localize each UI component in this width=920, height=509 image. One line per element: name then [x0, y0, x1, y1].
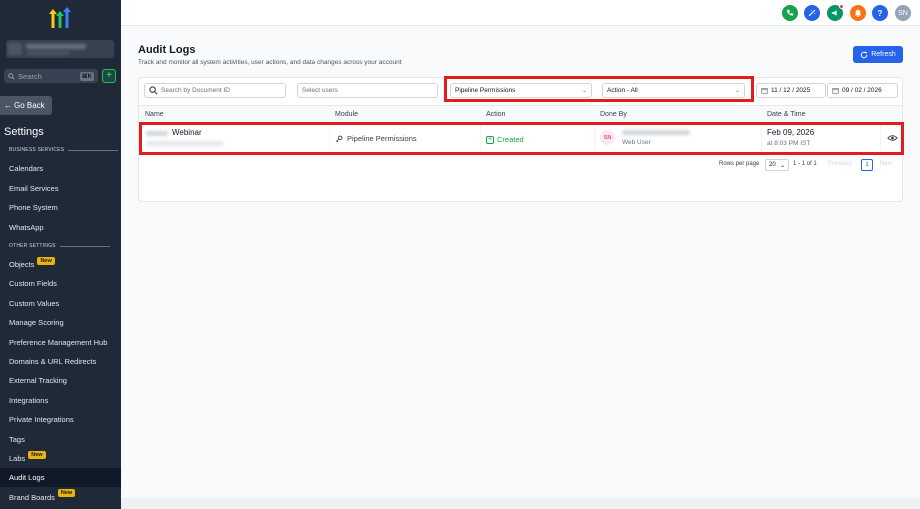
sidebar-search[interactable]: Search ⌘K	[4, 69, 98, 83]
sidebar-item-custom-fields[interactable]: Custom Fields	[0, 274, 121, 293]
audit-log-panel: Search by Document ID Select users Pipel…	[138, 76, 904, 202]
sidebar-item-label: Calendars	[9, 164, 44, 173]
header-action: Action	[486, 111, 506, 118]
refresh-button[interactable]: Refresh	[853, 46, 903, 63]
app-logo-icon[interactable]	[46, 6, 74, 30]
sidebar-item-label: Email Services	[9, 183, 59, 193]
sidebar-item-label: Private Integrations	[9, 415, 74, 425]
section-other-settings: OTHER SETTINGS	[9, 243, 110, 249]
sidebar-item-private-integrations[interactable]: Private Integrations	[0, 410, 121, 429]
sidebar-item-labs[interactable]: Labs New	[0, 449, 121, 468]
sidebar-item-label: Objects	[9, 260, 35, 269]
notification-dot	[839, 4, 844, 9]
filters-highlight	[444, 76, 754, 102]
next-page-button[interactable]: Next	[880, 161, 892, 167]
footer-band	[121, 498, 920, 509]
rows-per-page-select[interactable]: 20 ⌄	[765, 159, 789, 171]
users-select[interactable]: Select users	[297, 83, 438, 98]
arrow-left-icon: ←	[4, 101, 12, 110]
sidebar-item-label: Preference Management Hub	[9, 337, 108, 347]
date-to-input[interactable]: 09 / 02 / 2026	[827, 83, 898, 98]
sidebar-search-placeholder: Search	[18, 71, 42, 81]
sidebar-item-label: Integrations	[9, 395, 49, 405]
new-badge: New	[57, 489, 76, 498]
date-from-value: 11 / 12 / 2025	[771, 87, 811, 94]
sidebar-item-integrations[interactable]: Integrations	[0, 391, 121, 410]
page-title: Audit Logs	[138, 44, 196, 56]
row-highlight	[139, 122, 904, 155]
sidebar-item-brand-boards[interactable]: Brand Boards New	[0, 488, 121, 507]
sidebar-item-label: Tags	[9, 434, 25, 444]
help-icon[interactable]: ?	[872, 5, 888, 21]
magic-wand-icon[interactable]	[804, 5, 820, 21]
sidebar-item-audit-logs[interactable]: Audit Logs	[0, 468, 121, 488]
sidebar-item-label: External Tracking	[9, 376, 67, 386]
sidebar-item-label: Custom Fields	[9, 279, 57, 289]
account-switcher[interactable]	[6, 40, 114, 58]
sidebar: Search ⌘K + ← Go Back Settings BUSINESS …	[0, 0, 121, 509]
calendar-icon	[761, 88, 768, 94]
sidebar-item-label: Labs	[9, 454, 26, 463]
sidebar-item-manage-scoring[interactable]: Manage Scoring	[0, 313, 121, 332]
rows-per-page-label: Rows per page	[719, 161, 760, 167]
table-header: Name Module Action Done By Date & Time	[139, 105, 902, 123]
search-icon	[8, 72, 15, 80]
main-content: Audit Logs Track and monitor all system …	[121, 26, 920, 509]
user-avatar[interactable]: SN	[895, 5, 911, 21]
date-to-value: 09 / 02 / 2026	[842, 87, 882, 94]
header-module: Module	[335, 111, 358, 118]
sidebar-item-custom-values[interactable]: Custom Values	[0, 294, 121, 313]
sidebar-item-domains-url-redirects[interactable]: Domains & URL Redirects	[0, 352, 121, 371]
bell-icon[interactable]	[850, 5, 866, 21]
new-badge: New	[37, 256, 55, 265]
header-done-by: Done By	[600, 111, 627, 118]
sidebar-item-phone-system[interactable]: Phone System	[0, 198, 121, 217]
sidebar-item-tags[interactable]: Tags	[0, 430, 121, 449]
refresh-label: Refresh	[871, 51, 896, 58]
new-badge: New	[28, 450, 46, 459]
go-back-button[interactable]: ← Go Back	[0, 96, 52, 115]
chevron-down-icon: ⌄	[779, 162, 785, 169]
sidebar-item-label: WhatsApp	[9, 222, 44, 232]
section-business-services: BUSINESS SERVICES	[9, 147, 119, 153]
quick-add-button[interactable]: +	[102, 69, 116, 83]
settings-title: Settings	[4, 126, 44, 138]
users-select-placeholder: Select users	[302, 87, 338, 94]
header-date-time: Date & Time	[767, 111, 806, 118]
rows-per-page-value: 20	[769, 162, 776, 168]
topbar: ? SN	[121, 0, 920, 26]
sidebar-item-label: Manage Scoring	[9, 318, 64, 328]
sidebar-item-calendars[interactable]: Calendars	[0, 159, 121, 178]
sidebar-item-label: Domains & URL Redirects	[9, 357, 97, 366]
sidebar-item-label: Custom Values	[9, 298, 60, 308]
date-from-input[interactable]: 11 / 12 / 2025	[756, 83, 826, 98]
refresh-icon	[861, 51, 868, 58]
section-business-label: BUSINESS SERVICES	[9, 147, 65, 153]
search-icon	[149, 86, 158, 95]
page-1-button[interactable]: 1	[861, 159, 873, 171]
search-shortcut: ⌘K	[79, 71, 94, 81]
sidebar-item-objects[interactable]: Objects New	[0, 255, 121, 274]
previous-page-button[interactable]: Previous	[828, 161, 851, 167]
header-name: Name	[145, 111, 164, 118]
sidebar-item-label: Audit Logs	[9, 473, 45, 483]
go-back-label: Go Back	[14, 101, 45, 110]
document-search-placeholder: Search by Document ID	[161, 87, 231, 94]
sidebar-item-email-services[interactable]: Email Services	[0, 179, 121, 198]
document-search-input[interactable]: Search by Document ID	[144, 83, 286, 98]
sidebar-item-label: Brand Boards	[9, 492, 55, 502]
section-other-label: OTHER SETTINGS	[9, 243, 56, 249]
sidebar-item-external-tracking[interactable]: External Tracking	[0, 371, 121, 390]
pagination-range: 1 - 1 of 1	[793, 161, 817, 167]
phone-icon[interactable]	[782, 5, 798, 21]
sidebar-item-whatsapp[interactable]: WhatsApp	[0, 218, 121, 237]
calendar-icon	[832, 88, 839, 94]
megaphone-icon[interactable]	[827, 4, 844, 21]
sidebar-item-label: Phone System	[9, 203, 58, 212]
sidebar-item-preference-management-hub[interactable]: Preference Management Hub	[0, 333, 121, 352]
page-subtitle: Track and monitor all system activities,…	[138, 59, 402, 66]
